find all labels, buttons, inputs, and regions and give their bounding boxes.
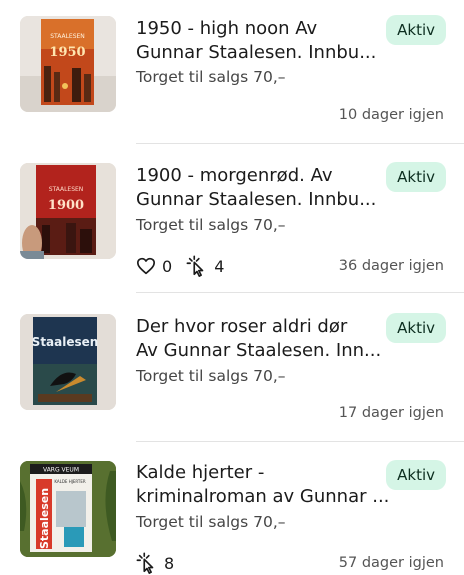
likes-count: 0 xyxy=(162,256,173,276)
listing-title-line1: Der hvor roser aldri dør xyxy=(136,316,348,337)
cursor-click-icon xyxy=(186,255,204,277)
cursor-click-icon xyxy=(136,552,154,574)
listing-title[interactable]: 1950 - high noon Av Gunnar Staalesen. In… xyxy=(136,17,386,65)
listing-title-line1: Kalde hjerter - xyxy=(136,462,265,483)
listing-image[interactable]: STAALESEN 1950 xyxy=(20,16,116,112)
listing-title[interactable]: Kalde hjerter - kriminalroman av Gunnar … xyxy=(136,461,390,509)
listing-image[interactable]: STAALESEN 1900 xyxy=(20,163,116,259)
heart-icon xyxy=(137,257,155,275)
book-cover-image: Staalesen xyxy=(20,314,116,410)
listing-item[interactable]: STAALESEN 1900 1900 - morgenrød. Av Gunn… xyxy=(0,144,464,292)
book-cover-image: STAALESEN 1900 xyxy=(20,163,116,259)
cover-year-text: 1900 xyxy=(48,198,84,213)
listing-title-line2: Gunnar Staalesen. Innbu... xyxy=(136,42,377,63)
listing-image[interactable]: VARG VEUM KALDE HJERTER Staalesen xyxy=(20,461,116,557)
clicks-count: 4 xyxy=(214,256,225,276)
listing-title-line2: kriminalroman av Gunnar ... xyxy=(136,486,390,507)
listing-image[interactable]: Staalesen xyxy=(20,314,116,410)
listing-item[interactable]: VARG VEUM KALDE HJERTER Staalesen Kalde … xyxy=(0,442,464,575)
listing-price: Torget til salgs 70,– xyxy=(136,216,286,234)
listing-title-line2: Gunnar Staalesen. Innbu... xyxy=(136,189,377,210)
time-left: 57 dager igjen xyxy=(338,555,444,571)
listing-item[interactable]: Staalesen Der hvor roser aldri dør Av Gu… xyxy=(0,293,464,441)
likes-stat: 0 xyxy=(136,257,172,276)
cover-author-text: STAALESEN xyxy=(50,33,85,40)
status-badge: Aktiv xyxy=(386,313,446,343)
cover-year-text: 1950 xyxy=(49,45,85,60)
book-cover-image: STAALESEN 1950 xyxy=(20,16,116,112)
time-left: 10 dager igjen xyxy=(338,107,444,123)
time-left: 36 dager igjen xyxy=(338,258,444,274)
listing-title-line1: 1950 - high noon Av xyxy=(136,18,318,39)
cover-author-text: Staalesen xyxy=(32,335,99,349)
listing-price: Torget til salgs 70,– xyxy=(136,367,286,385)
listing-title[interactable]: 1900 - morgenrød. Av Gunnar Staalesen. I… xyxy=(136,164,386,212)
listing-price: Torget til salgs 70,– xyxy=(136,513,286,531)
cover-subtitle-text: KALDE HJERTER xyxy=(54,479,86,484)
clicks-stat: 8 xyxy=(136,552,174,574)
status-badge: Aktiv xyxy=(386,15,446,45)
listing-price: Torget til salgs 70,– xyxy=(136,68,286,86)
listing-stats: 8 xyxy=(136,552,188,574)
cover-author-text: STAALESEN xyxy=(49,186,84,193)
time-left: 17 dager igjen xyxy=(338,405,444,421)
listing-title[interactable]: Der hvor roser aldri dør Av Gunnar Staal… xyxy=(136,315,386,363)
book-cover-image: VARG VEUM KALDE HJERTER Staalesen xyxy=(20,461,116,557)
clicks-stat: 4 xyxy=(186,255,224,277)
status-badge: Aktiv xyxy=(386,460,446,490)
status-badge: Aktiv xyxy=(386,162,446,192)
cover-header-text: VARG VEUM xyxy=(43,467,79,474)
listing-title-line2: Av Gunnar Staalesen. Inn... xyxy=(136,340,382,361)
cover-author-text: Staalesen xyxy=(38,488,51,549)
clicks-count: 8 xyxy=(164,553,175,573)
listing-title-line1: 1900 - morgenrød. Av xyxy=(136,165,333,186)
listing-stats: 0 4 xyxy=(136,255,238,277)
listing-item[interactable]: STAALESEN 1950 1950 - high noon Av Gunna… xyxy=(0,0,464,143)
